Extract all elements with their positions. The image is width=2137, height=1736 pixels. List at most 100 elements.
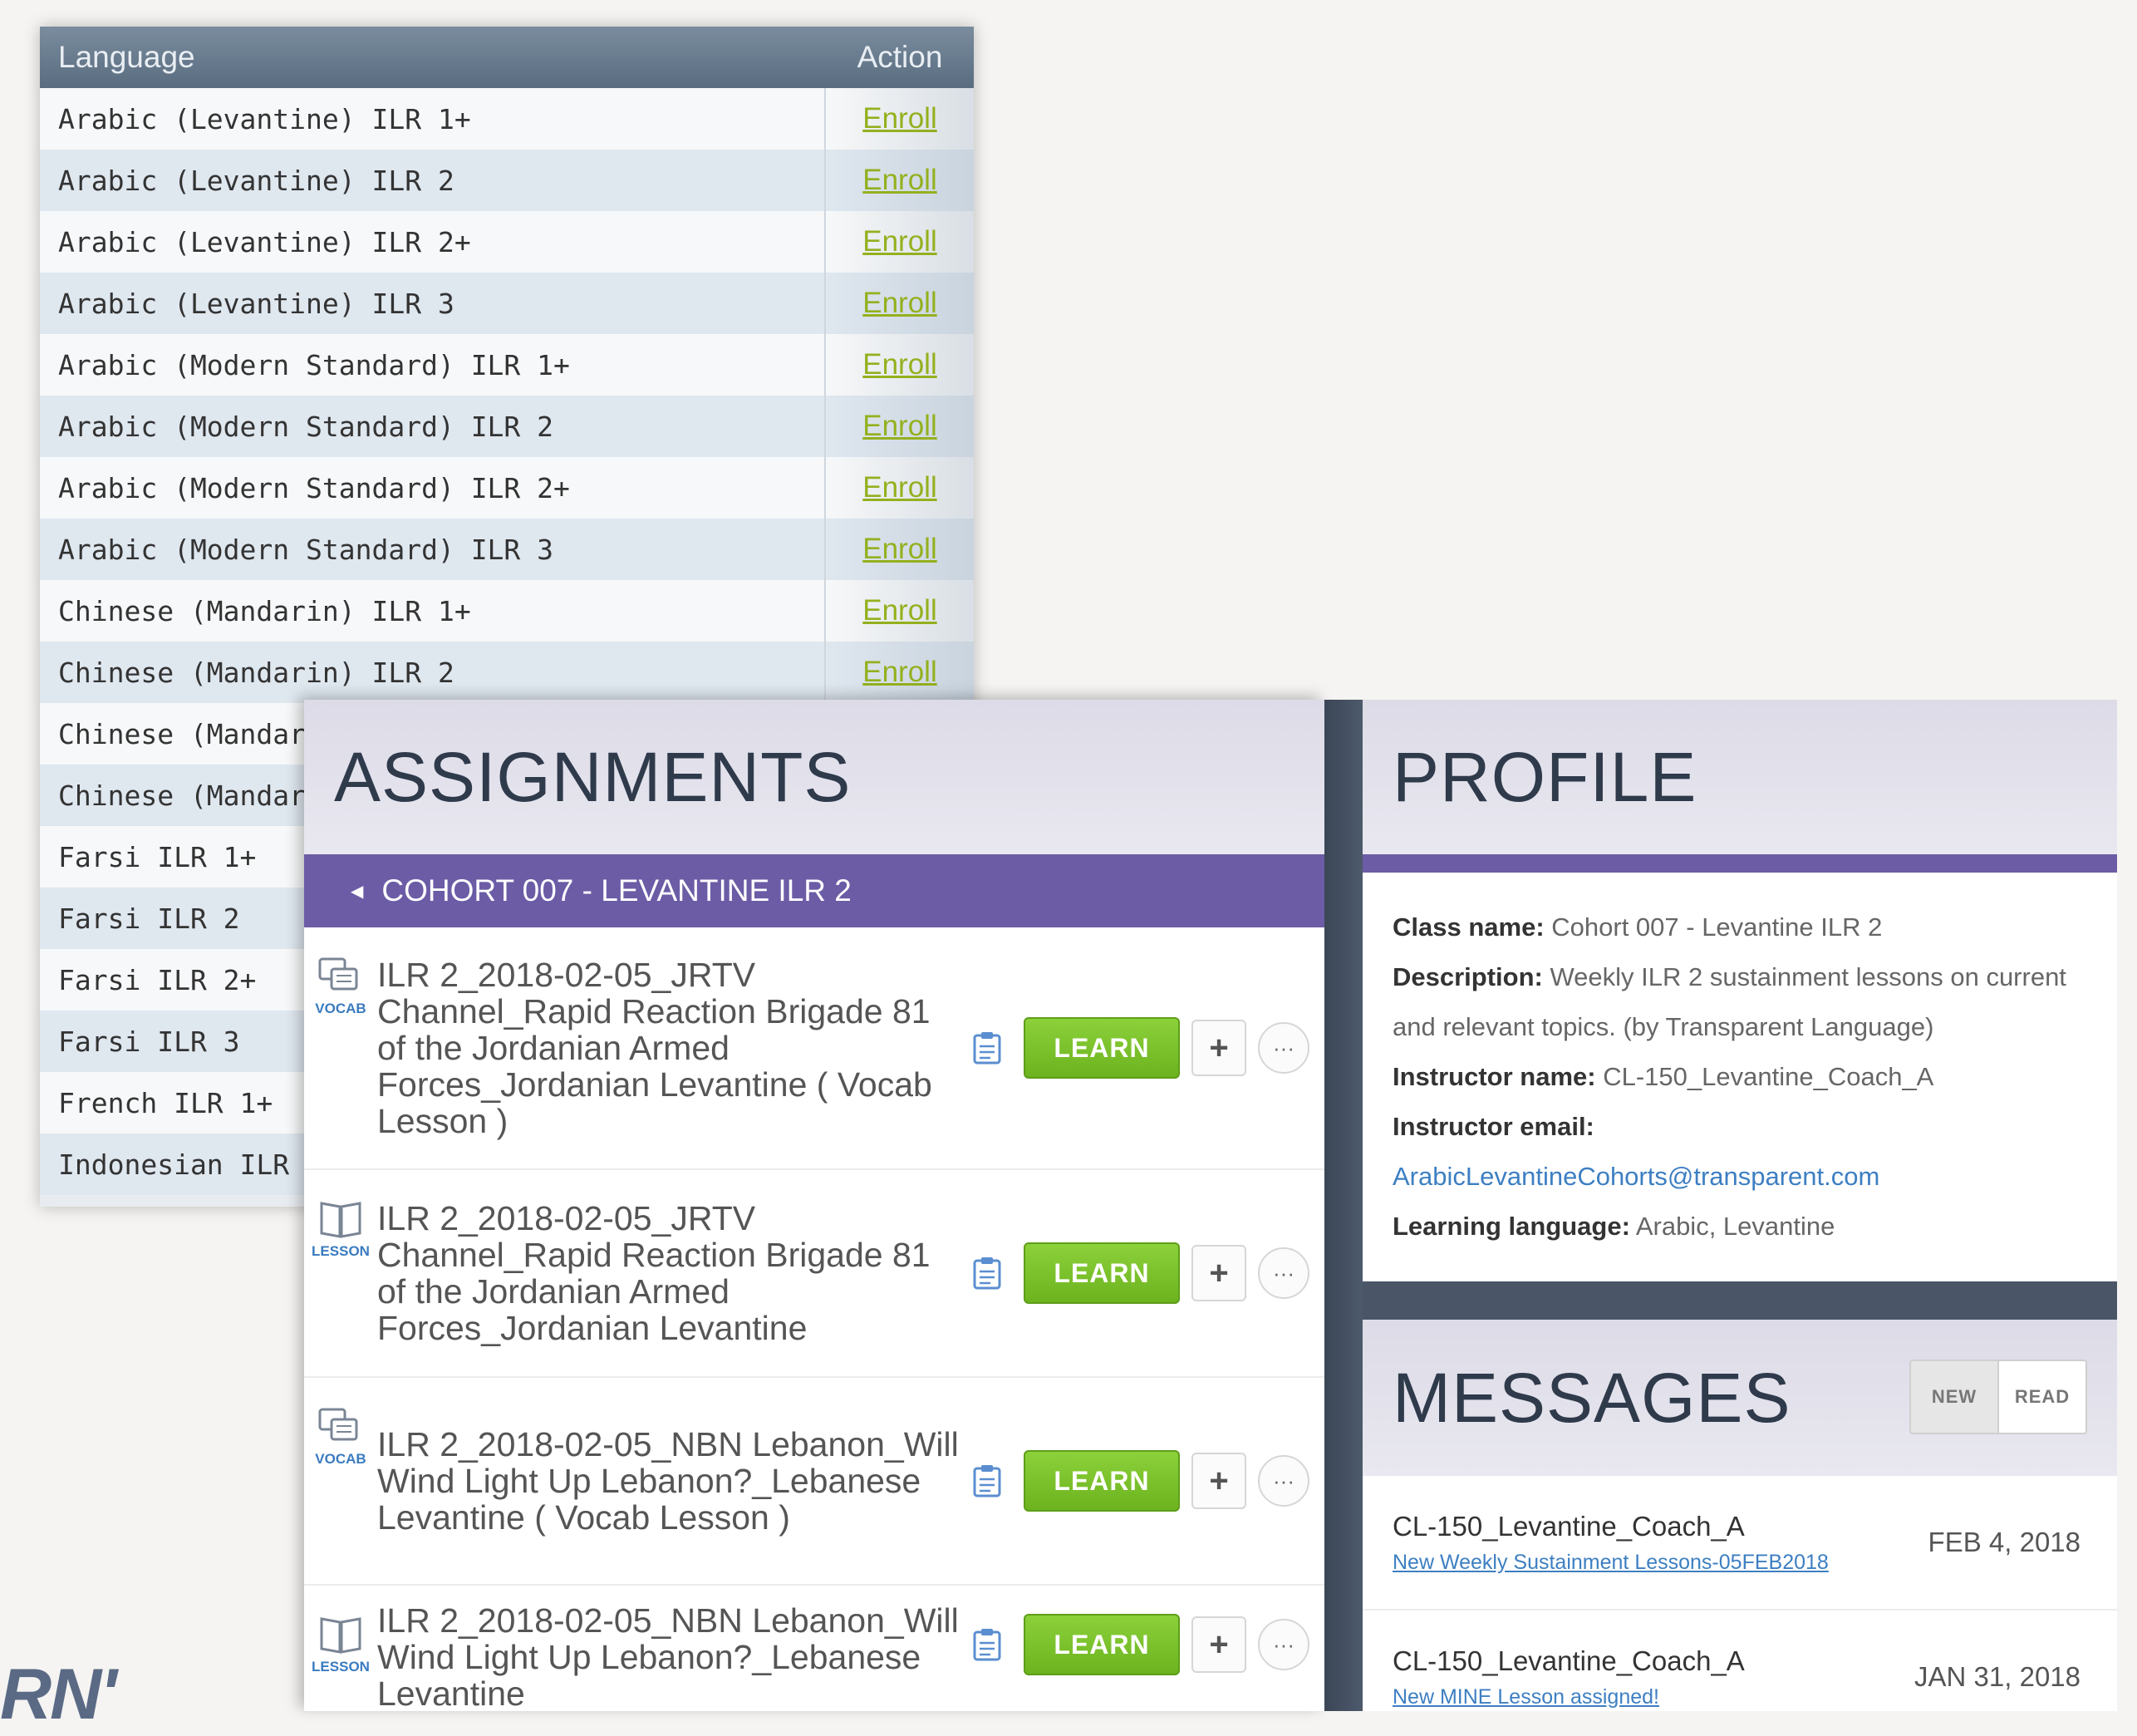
enroll-link[interactable]: Enroll	[862, 533, 936, 566]
learn-button[interactable]: LEARN	[1024, 1017, 1180, 1079]
action-cell: Enroll	[824, 334, 974, 396]
more-options-button[interactable]: ···	[1258, 1022, 1309, 1074]
table-row: Arabic (Levantine) ILR 2+ Enroll	[40, 211, 974, 273]
panel-divider	[1324, 700, 1363, 1711]
cohort-selector[interactable]: ◀ COHORT 007 - LEVANTINE ILR 2	[304, 854, 1324, 927]
enroll-link[interactable]: Enroll	[862, 410, 936, 443]
assignment-actions: LEARN + ···	[972, 1242, 1309, 1304]
action-cell: Enroll	[824, 457, 974, 519]
read-messages-tab[interactable]: READ	[1997, 1361, 2085, 1433]
class-name-row: Class name: Cohort 007 - Levantine ILR 2	[1393, 902, 2087, 952]
item-type-label: VOCAB	[315, 1001, 366, 1016]
clipboard-icon[interactable]	[972, 1628, 1002, 1661]
add-button[interactable]: +	[1191, 1616, 1246, 1673]
enroll-link[interactable]: Enroll	[862, 225, 936, 258]
table-row: Arabic (Levantine) ILR 3 Enroll	[40, 273, 974, 334]
assignment-title: ILR 2_2018-02-05_JRTV Channel_Rapid Reac…	[377, 1199, 931, 1347]
item-type-label: VOCAB	[315, 1451, 366, 1467]
enroll-link[interactable]: Enroll	[862, 594, 936, 627]
panel-divider	[1363, 1281, 2117, 1320]
assignment-title: ILR 2_2018-02-05_JRTV Channel_Rapid Reac…	[377, 956, 932, 1140]
language-cell: Arabic (Levantine) ILR 2	[58, 164, 454, 197]
more-options-button[interactable]: ···	[1258, 1247, 1309, 1299]
assignments-title: ASSIGNMENTS	[304, 700, 1324, 854]
language-cell: Chinese (Mandarin) ILR 2	[58, 656, 454, 689]
language-cell: Arabic (Modern Standard) ILR 1+	[58, 348, 570, 381]
enroll-link[interactable]: Enroll	[862, 287, 936, 320]
instructor-email-row: Instructor email:	[1393, 1102, 2087, 1152]
message-date: FEB 4, 2018	[1928, 1527, 2081, 1557]
learn-button[interactable]: LEARN	[1024, 1450, 1180, 1512]
message-subject-link[interactable]: New MINE Lesson assigned!	[1393, 1685, 1745, 1709]
more-options-button[interactable]: ···	[1258, 1455, 1309, 1507]
messages-title: MESSAGES	[1393, 1358, 1791, 1437]
message-item: CL-150_Levantine_Coach_A New MINE Lesson…	[1363, 1611, 2117, 1711]
column-header-language: Language	[58, 40, 195, 74]
assignment-title: ILR 2_2018-02-05_NBN Lebanon_Will Wind L…	[377, 1425, 959, 1537]
assignment-actions: LEARN + ···	[972, 1614, 1309, 1675]
profile-title: PROFILE	[1363, 700, 2117, 854]
new-messages-tab[interactable]: NEW	[1911, 1361, 1997, 1433]
assignment-actions: LEARN + ···	[972, 1017, 1309, 1079]
description-row: Description: Weekly ILR 2 sustainment le…	[1393, 952, 2087, 1052]
message-subject-link[interactable]: New Weekly Sustainment Lessons-05FEB2018	[1393, 1551, 1829, 1575]
language-cell: Arabic (Levantine) ILR 2+	[58, 225, 471, 258]
language-cell: Chinese (Mandarin) ILR 1+	[58, 594, 471, 627]
learning-language-row: Learning language: Arabic, Levantine	[1393, 1202, 2087, 1252]
add-button[interactable]: +	[1191, 1245, 1246, 1301]
language-table-header: Language Action	[40, 27, 974, 88]
message-item: CL-150_Levantine_Coach_A New Weekly Sust…	[1363, 1476, 2117, 1611]
table-row: Arabic (Levantine) ILR 1+ Enroll	[40, 88, 974, 150]
partial-logo-text: RN'	[0, 1655, 117, 1734]
instructor-email-link[interactable]: ArabicLevantineCohorts@transparent.com	[1393, 1162, 1879, 1191]
messages-panel: MESSAGES NEW READ CL-150_Levantine_Coach…	[1363, 1320, 2117, 1711]
table-row: Arabic (Modern Standard) ILR 1+ Enroll	[40, 334, 974, 396]
enroll-link[interactable]: Enroll	[862, 164, 936, 197]
cohort-label: COHORT 007 - LEVANTINE ILR 2	[381, 873, 852, 907]
enroll-link[interactable]: Enroll	[862, 471, 936, 504]
add-button[interactable]: +	[1191, 1020, 1246, 1076]
action-cell: Enroll	[824, 211, 974, 273]
action-cell: Enroll	[824, 580, 974, 642]
class-name-value: Cohort 007 - Levantine ILR 2	[1551, 912, 1883, 942]
language-cell: Arabic (Modern Standard) ILR 2+	[58, 471, 570, 504]
assignment-actions: LEARN + ···	[972, 1450, 1309, 1512]
language-cell: Arabic (Levantine) ILR 3	[58, 287, 454, 320]
learn-button[interactable]: LEARN	[1024, 1614, 1180, 1675]
learning-language-value: Arabic, Levantine	[1635, 1212, 1835, 1241]
lesson-book-icon: LESSON	[304, 1170, 377, 1260]
message-sender: CL-150_Levantine_Coach_A	[1393, 1645, 1745, 1676]
enroll-link[interactable]: Enroll	[862, 102, 936, 135]
message-sender: CL-150_Levantine_Coach_A	[1393, 1510, 1745, 1542]
profile-panel: PROFILE Class name: Cohort 007 - Levanti…	[1363, 700, 2117, 1281]
add-button[interactable]: +	[1191, 1453, 1246, 1509]
enroll-link[interactable]: Enroll	[862, 348, 936, 381]
enroll-link[interactable]: Enroll	[862, 656, 936, 689]
learn-button[interactable]: LEARN	[1024, 1242, 1180, 1304]
clipboard-icon[interactable]	[972, 1031, 1002, 1065]
table-row: Arabic (Levantine) ILR 2 Enroll	[40, 150, 974, 211]
language-cell: Arabic (Levantine) ILR 1+	[58, 102, 471, 135]
action-cell: Enroll	[824, 88, 974, 150]
messages-filter-toggle: NEW READ	[1909, 1360, 2087, 1434]
assignments-panel: ASSIGNMENTS ◀ COHORT 007 - LEVANTINE ILR…	[304, 700, 1324, 1711]
learning-language-label: Learning language:	[1393, 1212, 1630, 1241]
assignment-title: ILR 2_2018-02-05_NBN Lebanon_Will Wind L…	[377, 1601, 959, 1711]
language-cell: Arabic (Modern Standard) ILR 3	[58, 533, 554, 566]
action-cell: Enroll	[824, 150, 974, 211]
action-cell: Enroll	[824, 642, 974, 703]
message-date: JAN 31, 2018	[1914, 1661, 2081, 1692]
action-cell: Enroll	[824, 396, 974, 457]
assignment-item: LESSON ILR 2_2018-02-05_JRTV Channel_Rap…	[304, 1170, 1324, 1378]
caret-left-icon: ◀	[351, 882, 364, 901]
profile-details: Class name: Cohort 007 - Levantine ILR 2…	[1363, 873, 2117, 1252]
assignment-item: VOCAB ILR 2_2018-02-05_JRTV Channel_Rapi…	[304, 927, 1324, 1170]
messages-header: MESSAGES NEW READ	[1363, 1320, 2117, 1476]
item-type-label: LESSON	[312, 1659, 370, 1675]
table-row: Arabic (Modern Standard) ILR 2+ Enroll	[40, 457, 974, 519]
clipboard-icon[interactable]	[972, 1257, 1002, 1290]
lesson-book-icon: LESSON	[304, 1602, 377, 1675]
clipboard-icon[interactable]	[972, 1464, 1002, 1497]
more-options-button[interactable]: ···	[1258, 1619, 1309, 1670]
column-header-action: Action	[857, 40, 943, 74]
